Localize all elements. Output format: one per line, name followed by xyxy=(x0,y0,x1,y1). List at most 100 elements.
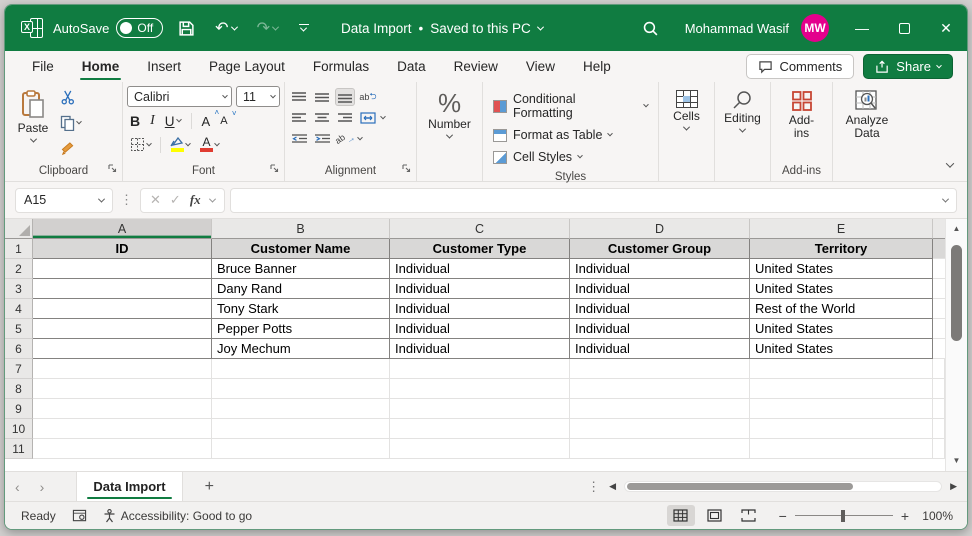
font-name-select[interactable]: Calibri xyxy=(127,86,232,107)
analyze-data-button[interactable]: Analyze Data xyxy=(838,86,896,144)
row-number-9[interactable]: 9 xyxy=(5,399,33,419)
user-name[interactable]: Mohammad Wasif xyxy=(685,21,789,36)
cell-B6[interactable]: Joy Mechum xyxy=(212,339,390,359)
formula-input[interactable] xyxy=(229,187,957,213)
cell-A3[interactable] xyxy=(33,279,212,299)
tab-file[interactable]: File xyxy=(19,53,67,81)
fill-color-button[interactable] xyxy=(167,135,193,154)
cell-A5[interactable] xyxy=(33,319,212,339)
zoom-slider-thumb[interactable] xyxy=(840,510,845,522)
cell-C6[interactable]: Individual xyxy=(390,339,570,359)
tab-review[interactable]: Review xyxy=(441,53,511,81)
cell-E6[interactable]: United States xyxy=(750,339,933,359)
zoom-out-button[interactable]: − xyxy=(779,508,787,524)
number-format-button[interactable]: % Number xyxy=(421,86,478,143)
column-header-B[interactable]: B xyxy=(212,219,390,239)
row-number-3[interactable]: 3 xyxy=(5,279,33,299)
row-number-4[interactable]: 4 xyxy=(5,299,33,319)
maximize-button[interactable] xyxy=(883,5,925,51)
alignment-dialog-launcher[interactable] xyxy=(401,163,411,178)
italic-button[interactable]: I xyxy=(147,111,158,131)
row-number-2[interactable]: 2 xyxy=(5,259,33,279)
decrease-indent-button[interactable] xyxy=(289,130,309,148)
cell-B5[interactable]: Pepper Potts xyxy=(212,319,390,339)
normal-view-button[interactable] xyxy=(666,505,695,526)
macro-record-button[interactable] xyxy=(72,509,87,523)
row-number-11[interactable]: 11 xyxy=(5,439,33,459)
cell-B4[interactable]: Tony Stark xyxy=(212,299,390,319)
cell-B9[interactable] xyxy=(212,399,390,419)
page-break-preview-button[interactable] xyxy=(735,505,763,526)
cell-D7[interactable] xyxy=(570,359,750,379)
cell-E4[interactable]: Rest of the World xyxy=(750,299,933,319)
redo-button[interactable]: ↷ xyxy=(252,14,283,42)
select-all-button[interactable] xyxy=(5,219,33,239)
bottom-align-button[interactable] xyxy=(335,88,355,106)
add-sheet-button[interactable]: + xyxy=(183,478,236,496)
formula-bar-expand-chevron[interactable] xyxy=(941,195,950,203)
zoom-in-button[interactable]: + xyxy=(901,508,909,524)
column-header-C[interactable]: C xyxy=(390,219,570,239)
tab-insert[interactable]: Insert xyxy=(134,53,194,81)
editing-button[interactable]: Editing xyxy=(719,86,767,137)
column-header-E[interactable]: E xyxy=(750,219,933,239)
excel-app-icon[interactable]: X xyxy=(21,18,43,38)
tab-help[interactable]: Help xyxy=(570,53,624,81)
merge-center-button[interactable] xyxy=(358,109,378,127)
cell-B11[interactable] xyxy=(212,439,390,459)
addins-button[interactable]: Add-ins xyxy=(775,86,828,144)
cell-E10[interactable] xyxy=(750,419,933,439)
top-align-button[interactable] xyxy=(289,88,309,106)
scroll-left-icon[interactable]: ◀ xyxy=(609,481,616,492)
cell-A10[interactable] xyxy=(33,419,212,439)
cell-E3[interactable]: United States xyxy=(750,279,933,299)
zoom-level[interactable]: 100% xyxy=(915,509,953,523)
row-number-6[interactable]: 6 xyxy=(5,339,33,359)
scrollbar-grip[interactable]: ⋮ xyxy=(587,479,601,495)
clipboard-dialog-launcher[interactable] xyxy=(107,163,117,178)
ribbon-collapse-button[interactable] xyxy=(945,155,955,173)
increase-font-button[interactable]: A ˄ xyxy=(199,108,220,131)
page-layout-view-button[interactable] xyxy=(701,505,729,526)
vertical-scrollbar[interactable]: ▲ ▼ xyxy=(945,219,967,471)
underline-button[interactable]: U xyxy=(162,112,184,131)
cell-D9[interactable] xyxy=(570,399,750,419)
sheet-tab-data-import[interactable]: Data Import xyxy=(76,472,183,501)
increase-indent-button[interactable] xyxy=(312,130,332,148)
document-title-button[interactable]: Data Import • Saved to this PC xyxy=(341,21,544,36)
cell-C7[interactable] xyxy=(390,359,570,379)
cell-E7[interactable] xyxy=(750,359,933,379)
cell-B10[interactable] xyxy=(212,419,390,439)
cell-D1[interactable]: Customer Group xyxy=(570,239,750,259)
close-button[interactable]: ✕ xyxy=(925,5,967,51)
wrap-text-button[interactable]: ab ⮌ xyxy=(358,88,378,106)
borders-button[interactable] xyxy=(127,135,154,154)
cell-D8[interactable] xyxy=(570,379,750,399)
cell-E8[interactable] xyxy=(750,379,933,399)
cell-styles-button[interactable]: Cell Styles xyxy=(489,147,652,167)
font-size-select[interactable]: 11 xyxy=(236,86,280,107)
autosave-control[interactable]: AutoSave Off xyxy=(53,18,164,38)
row-number-1[interactable]: 1 xyxy=(5,239,33,259)
cell-A11[interactable] xyxy=(33,439,212,459)
cell-E2[interactable]: United States xyxy=(750,259,933,279)
horizontal-scroll-thumb[interactable] xyxy=(627,483,854,490)
paste-button[interactable]: Paste xyxy=(9,86,57,147)
cell-A4[interactable] xyxy=(33,299,212,319)
tab-formulas[interactable]: Formulas xyxy=(300,53,382,81)
next-sheet-button[interactable]: › xyxy=(30,479,55,495)
cell-D4[interactable]: Individual xyxy=(570,299,750,319)
cell-D2[interactable]: Individual xyxy=(570,259,750,279)
cell-C9[interactable] xyxy=(390,399,570,419)
share-button[interactable]: Share xyxy=(863,54,953,79)
scroll-down-icon[interactable]: ▼ xyxy=(946,451,967,469)
cells-button[interactable]: Cells xyxy=(663,86,711,135)
name-box[interactable]: A15 xyxy=(15,187,113,213)
align-right-button[interactable] xyxy=(335,109,355,127)
enter-button[interactable]: ✓ xyxy=(170,192,181,208)
cancel-button[interactable]: ✕ xyxy=(150,192,161,208)
format-painter-button[interactable] xyxy=(57,139,84,158)
cell-C10[interactable] xyxy=(390,419,570,439)
decrease-font-button[interactable]: A ˅ xyxy=(217,109,236,129)
accessibility-status[interactable]: Accessibility: Good to go xyxy=(103,509,252,523)
